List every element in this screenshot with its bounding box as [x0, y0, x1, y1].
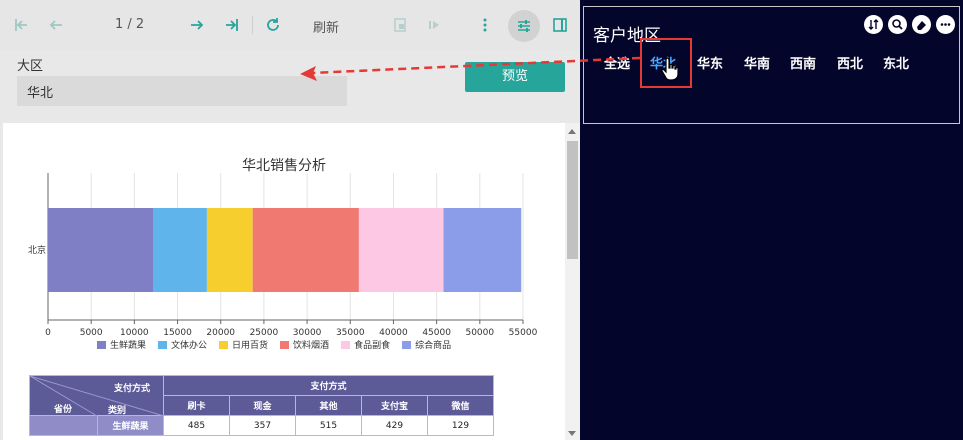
hand-cursor-icon: [661, 57, 679, 81]
app-root: 1 / 2 刷新 大区 华北 预览 华北销售分析 0 5000 10000 15…: [0, 0, 963, 440]
annotation-arrow-icon: [300, 56, 641, 81]
